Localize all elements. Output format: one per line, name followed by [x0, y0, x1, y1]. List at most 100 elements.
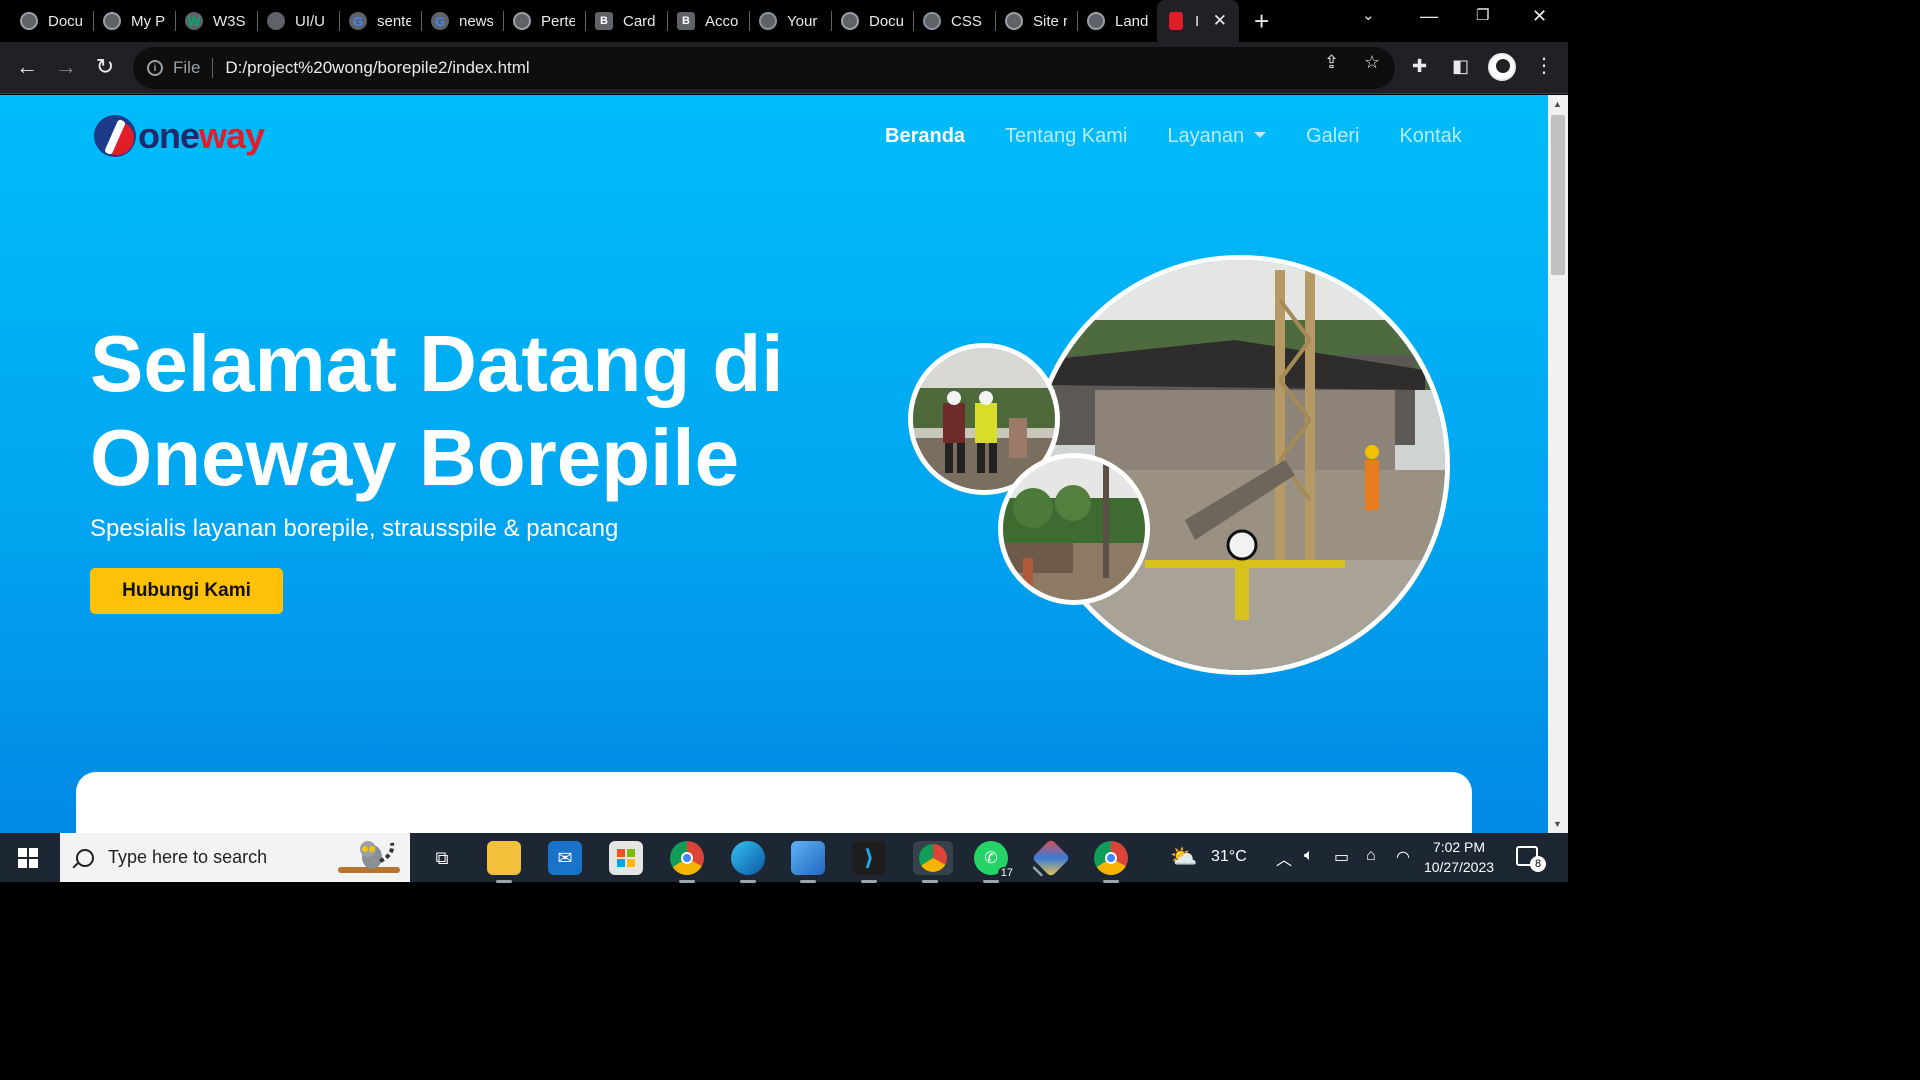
restore-button[interactable]: ❐	[1476, 6, 1489, 24]
url-text[interactable]: D:/project%20wong/borepile2/index.html	[225, 58, 529, 78]
browser-tab[interactable]: Land	[1087, 0, 1149, 42]
address-separator	[212, 58, 214, 78]
search-highlight-lemur-icon	[338, 841, 400, 873]
browser-tab[interactable]: Docu	[20, 0, 82, 42]
address-bar[interactable]: i File D:/project%20wong/borepile2/index…	[133, 47, 1395, 89]
windows-taskbar: Type here to search ⧉ ✉ ⟩ ✆ 17 ⛅ 31°C ︿ 🔈…	[0, 833, 1568, 883]
scroll-down-arrow-icon[interactable]: ▼	[1553, 819, 1562, 829]
volume-icon[interactable]: 🔈︎	[1304, 847, 1314, 865]
content-card	[76, 772, 1472, 833]
tab-separator	[421, 11, 422, 31]
globe-icon	[841, 12, 859, 30]
menu-kebab-icon[interactable]: ⋮	[1534, 53, 1554, 78]
tab-separator	[175, 11, 176, 31]
tab-separator	[667, 11, 668, 31]
browser-tab[interactable]: Site r	[1005, 0, 1067, 42]
clock-time: 7:02 PM	[1432, 839, 1486, 855]
chrome-second-profile-icon[interactable]	[1094, 841, 1128, 883]
tab-separator	[913, 11, 914, 31]
task-view-icon[interactable]: ⧉	[425, 841, 459, 875]
github-icon	[923, 12, 941, 30]
tab-search-chevron-icon[interactable]: ⌄	[1362, 6, 1375, 24]
wifi-icon[interactable]: ◠	[1396, 847, 1410, 867]
bootstrap-icon: B	[677, 12, 695, 30]
tab-separator	[1077, 11, 1078, 31]
extensions-puzzle-icon[interactable]: ✚	[1412, 56, 1427, 77]
file-explorer-icon[interactable]	[487, 841, 521, 883]
site-logo[interactable]: oneway	[94, 115, 265, 157]
close-tab-icon[interactable]: ✕	[1213, 11, 1227, 31]
minimize-button[interactable]: —	[1420, 6, 1438, 27]
nav-link-layanan[interactable]: Layanan	[1167, 125, 1267, 148]
new-tab-button[interactable]: +	[1254, 8, 1269, 34]
logo-text: oneway	[138, 115, 265, 156]
logo-mark-icon	[94, 115, 136, 157]
hubungi-kami-button[interactable]: Hubungi Kami	[90, 568, 283, 614]
back-button[interactable]: ←	[13, 54, 41, 80]
share-icon[interactable]: ⇪	[1324, 52, 1339, 73]
nav-link-beranda[interactable]: Beranda	[885, 125, 965, 148]
browser-tab[interactable]: B Acco	[677, 0, 739, 42]
globe-icon	[1087, 12, 1105, 30]
profile-avatar[interactable]	[1488, 53, 1516, 81]
scroll-up-arrow-icon[interactable]: ▲	[1553, 99, 1562, 109]
side-panel-icon[interactable]: ◧	[1452, 56, 1469, 77]
whatsapp-icon[interactable]: ✆ 17	[974, 841, 1016, 883]
site-favicon-icon	[1169, 12, 1183, 30]
google-icon: G	[349, 12, 367, 30]
windows-start-icon[interactable]	[18, 848, 38, 868]
bookmark-star-icon[interactable]: ☆	[1364, 52, 1380, 73]
bootstrap-icon: B	[595, 12, 613, 30]
battery-icon[interactable]: ▭	[1334, 847, 1349, 867]
hero-photo-site	[998, 453, 1150, 605]
browser-tab-strip: Docu My P W W3S UI/U Gsente Gnews Perte B…	[0, 0, 1568, 42]
microsoft-store-icon[interactable]	[609, 841, 643, 875]
browser-tab[interactable]: Docu	[841, 0, 903, 42]
nav-link-tentang-kami[interactable]: Tentang Kami	[1005, 125, 1127, 148]
edge-icon[interactable]	[731, 841, 765, 883]
reload-button[interactable]: ↻	[91, 54, 119, 80]
browser-tab[interactable]: Gnews	[431, 0, 493, 42]
browser-tab-active[interactable]: I ✕	[1157, 0, 1239, 42]
browser-tab[interactable]: Gsente	[349, 0, 411, 42]
tab-separator	[339, 11, 340, 31]
photos-icon[interactable]	[791, 841, 825, 883]
scrollbar-thumb[interactable]	[1551, 115, 1565, 275]
taskbar-clock[interactable]: 7:02 PM 10/27/2023	[1422, 837, 1496, 877]
close-window-button[interactable]: ✕	[1532, 6, 1547, 27]
hero-title: Selamat Datang di Oneway Borepile	[90, 319, 784, 502]
nav-link-galeri[interactable]: Galeri	[1306, 125, 1359, 148]
tab-separator	[749, 11, 750, 31]
forward-button[interactable]: →	[52, 54, 80, 80]
search-icon	[76, 848, 94, 867]
browser-tab[interactable]: UI/U	[267, 0, 329, 42]
browser-tab[interactable]: Perte	[513, 0, 575, 42]
scheme-label: File	[173, 58, 201, 77]
page-scrollbar[interactable]: ▲ ▼	[1548, 95, 1568, 833]
browser-tab[interactable]: Your	[759, 0, 821, 42]
chrome-icon[interactable]	[670, 841, 704, 883]
tab-separator	[257, 11, 258, 31]
google-icon: G	[431, 12, 449, 30]
weather-cloud-sun-icon[interactable]: ⛅	[1170, 844, 1197, 870]
notification-center-icon[interactable]: 8	[1516, 846, 1546, 872]
browser-tab[interactable]: My P	[103, 0, 165, 42]
w3schools-icon: W	[185, 12, 203, 30]
tray-overflow-chevron-icon[interactable]: ︿	[1276, 846, 1292, 870]
mail-icon[interactable]: ✉	[548, 841, 582, 875]
browser-tab[interactable]: B Card	[595, 0, 657, 42]
browser-toolbar: ← → ↻ i File D:/project%20wong/borepile2…	[0, 42, 1568, 94]
info-icon[interactable]: i	[147, 60, 163, 76]
browser-tab[interactable]: CSS r	[923, 0, 985, 42]
vscode-icon[interactable]: ⟩	[852, 841, 886, 883]
device-icon[interactable]: ⌂	[1366, 847, 1376, 865]
taskbar-search-box[interactable]: Type here to search	[60, 833, 410, 882]
weather-temperature[interactable]: 31°C	[1211, 848, 1247, 866]
globe-icon	[103, 12, 121, 30]
pinned-app-icon[interactable]	[1031, 838, 1071, 878]
github-icon	[759, 12, 777, 30]
globe-icon	[513, 12, 531, 30]
chrome-profile-icon[interactable]	[913, 841, 953, 883]
browser-tab[interactable]: W W3S	[185, 0, 247, 42]
nav-link-kontak[interactable]: Kontak	[1399, 125, 1461, 148]
